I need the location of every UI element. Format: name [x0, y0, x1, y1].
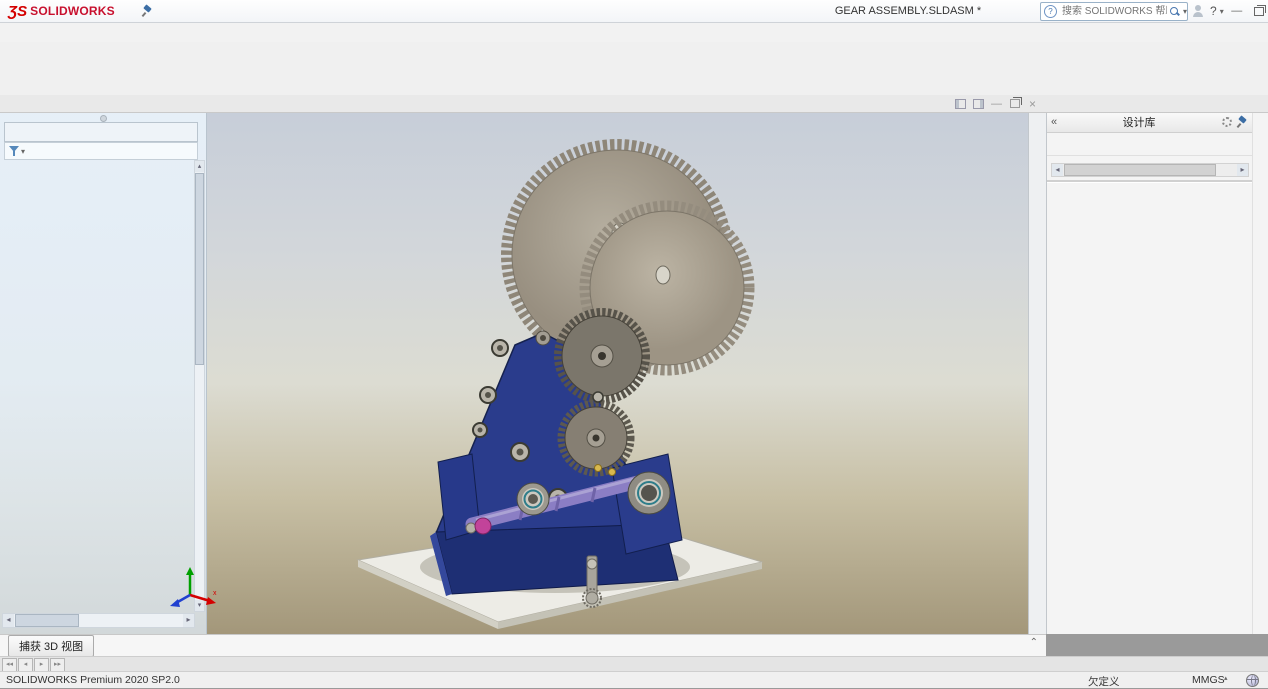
left-bearing — [517, 483, 549, 515]
tree-vertical-scrollbar[interactable]: ▴ ▾ — [194, 160, 205, 612]
scroll-right-arrow[interactable]: ▸ — [1237, 164, 1248, 176]
task-pane: « 设计库 ◂ ▸ — [1046, 112, 1253, 634]
help-dropdown-caret[interactable]: ▾ — [1220, 7, 1224, 16]
document-title: GEAR ASSEMBLY.SLDASM * — [808, 0, 1008, 22]
pink-knob — [475, 518, 491, 534]
feature-tree — [2, 160, 195, 612]
user-account-icon[interactable] — [1192, 5, 1204, 17]
feature-panel-tabs — [4, 122, 198, 142]
solidworks-logo: ƷS SOLIDWORKS — [8, 3, 118, 20]
vertical-scroll-thumb[interactable] — [195, 173, 204, 365]
tree-horizontal-scrollbar[interactable]: ◂ ▸ — [2, 613, 195, 628]
horizontal-scroll-thumb[interactable] — [15, 614, 79, 627]
help-circle-icon: ? — [1044, 5, 1057, 18]
capture-3d-view-button[interactable]: 捕获 3D 视图 — [8, 635, 94, 657]
tree-filter-bar[interactable]: ▾ — [4, 142, 198, 160]
tab-navigation-buttons: ◂◂ ◂ ▸ ▸▸ — [0, 657, 68, 672]
design-library-toolbar — [1047, 133, 1253, 156]
panel-splitter-handle[interactable] — [100, 115, 107, 122]
design-library-tree — [1047, 156, 1253, 161]
scroll-right-arrow[interactable]: ▸ — [183, 614, 194, 627]
doc-restore-button[interactable] — [1007, 97, 1022, 110]
search-input[interactable] — [1060, 5, 1169, 18]
command-ribbon — [0, 42, 1268, 96]
scroll-left-arrow[interactable]: ◂ — [1052, 164, 1063, 176]
standard-views-toolbar — [0, 22, 1268, 42]
last-tab-button[interactable]: ▸▸ — [50, 658, 65, 672]
command-tab-bar — [0, 95, 1268, 113]
right-bearing — [628, 472, 670, 514]
titlebar-right-controls: ? ▾ — × — [1188, 0, 1268, 22]
housing-bracket — [430, 331, 682, 596]
3d-views-bar: 捕获 3D 视图 ⌃ — [0, 634, 1046, 657]
logo-icon: ƷS — [8, 3, 27, 20]
scroll-up-arrow[interactable]: ▴ — [195, 161, 204, 172]
scroll-left-arrow[interactable]: ◂ — [3, 614, 14, 627]
doc-close-button[interactable]: × — [1025, 97, 1040, 110]
filter-icon — [8, 145, 20, 157]
menu-pin-icon[interactable] — [142, 5, 154, 17]
filter-dropdown-caret[interactable]: ▾ — [21, 147, 25, 156]
feature-manager-panel: ▾ ▴ ▾ ◂ ▸ — [0, 112, 207, 634]
orientation-triad: x — [168, 565, 220, 614]
search-icon[interactable] — [1169, 6, 1180, 17]
status-bar: SOLIDWORKS Premium 2020 SP2.0 欠定义 MMGS ▴ — [0, 671, 1268, 688]
show-right-pane-icon[interactable] — [971, 97, 986, 110]
units-dropdown-caret[interactable]: ▴ — [1224, 674, 1228, 682]
collapse-views-bar-icon[interactable]: ⌃ — [1030, 637, 1038, 648]
next-tab-button[interactable]: ▸ — [34, 658, 49, 672]
globe-icon[interactable] — [1246, 674, 1259, 687]
doc-minimize-button[interactable]: — — [989, 97, 1004, 110]
search-box[interactable]: ? ▾ — [1040, 2, 1188, 21]
document-tab-bar: ◂◂ ◂ ▸ ▸▸ — [0, 656, 1268, 672]
document-window-controls: — × — [950, 97, 1040, 110]
show-left-pane-icon[interactable] — [953, 97, 968, 110]
task-pane-header: « 设计库 — [1047, 112, 1253, 133]
restore-button[interactable] — [1250, 3, 1268, 19]
task-pane-tab-strip — [1028, 112, 1047, 634]
help-button[interactable]: ? — [1210, 4, 1217, 18]
units-selector[interactable]: MMGS — [1192, 674, 1225, 686]
prev-tab-button[interactable]: ◂ — [18, 658, 33, 672]
app-version-text: SOLIDWORKS Premium 2020 SP2.0 — [6, 674, 180, 686]
task-pane-title: 设计库 — [1057, 114, 1221, 130]
minimize-button[interactable]: — — [1228, 3, 1246, 19]
search-dropdown-caret[interactable]: ▾ — [1183, 7, 1187, 16]
library-horizontal-scrollbar[interactable]: ◂ ▸ — [1051, 163, 1249, 177]
task-pane-corner-tools — [1252, 112, 1268, 634]
gear-icon[interactable] — [1221, 116, 1233, 128]
pin-icon[interactable] — [1237, 116, 1249, 128]
horizontal-scroll-thumb[interactable] — [1064, 164, 1216, 176]
x-axis-label: x — [213, 590, 217, 597]
first-tab-button[interactable]: ◂◂ — [2, 658, 17, 672]
library-folder-grid — [1047, 183, 1253, 207]
